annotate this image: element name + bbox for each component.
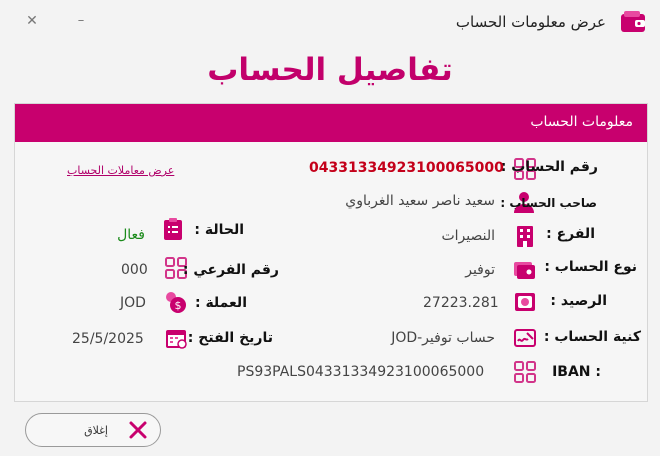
account-type-value: توفير [465,262,495,278]
status-label: الحالة : [194,222,244,238]
account-info-panel: معلومات الحساب رقم الحساب : 043313349231… [14,103,648,402]
account-type-label: نوع الحساب : [544,259,637,275]
svg-text:$: $ [175,299,182,312]
branch-label: الفرع : [546,226,595,242]
iban-value: PS93PALS04331334923100065000 [237,364,485,380]
money-bag-icon [513,290,537,314]
wallet-icon [618,9,648,35]
clipboard-icon [161,217,185,241]
account-holder-value: سعيد ناصر سعيد الغرباوي [345,193,495,209]
sub-number-value: 000 [121,262,148,278]
card-stack-icon [512,257,536,281]
balance-value: 27223.281 [423,295,499,311]
section-title: معلومات الحساب [530,114,633,130]
window-title: عرض معلومات الحساب [455,13,606,31]
currency-value: JOD [120,295,146,311]
open-date-value: 25/5/2025 [72,331,144,347]
account-transactions-link[interactable]: عرض معاملات الحساب [67,164,174,177]
coins-icon: $ [163,290,187,314]
balance-label: الرصيد : [550,293,607,309]
close-icon [128,420,148,440]
sub-number-label: رقم الفرعي : [182,262,279,278]
account-nickname-label: كنية الحساب : [543,329,641,345]
close-button[interactable]: إغلاق [25,413,161,447]
status-value: فعال [117,227,145,243]
close-button-label: إغلاق [84,424,108,437]
account-nickname-value: حساب توفير-JOD [391,330,495,346]
branch-value: النصيرات [441,228,495,244]
window-close-button[interactable]: ✕ [18,9,46,33]
grid-number-icon [513,360,537,384]
account-number-value: 04331334923100065000 [309,160,504,176]
account-number-label: رقم الحساب : [500,159,598,175]
iban-label: IBAN : [552,364,601,380]
account-holder-label: صاحب الحساب : [500,196,597,210]
signature-icon [513,326,537,350]
section-header: معلومات الحساب [15,104,647,142]
currency-label: العملة : [194,295,247,311]
calendar-icon [164,326,188,350]
building-icon [513,224,537,248]
page-title: تفاصيل الحساب [207,52,453,88]
open-date-label: تاريخ الفتح : [187,330,273,346]
minimize-button[interactable]: – [67,9,95,33]
title-bar: عرض معلومات الحساب – ✕ [0,0,660,44]
